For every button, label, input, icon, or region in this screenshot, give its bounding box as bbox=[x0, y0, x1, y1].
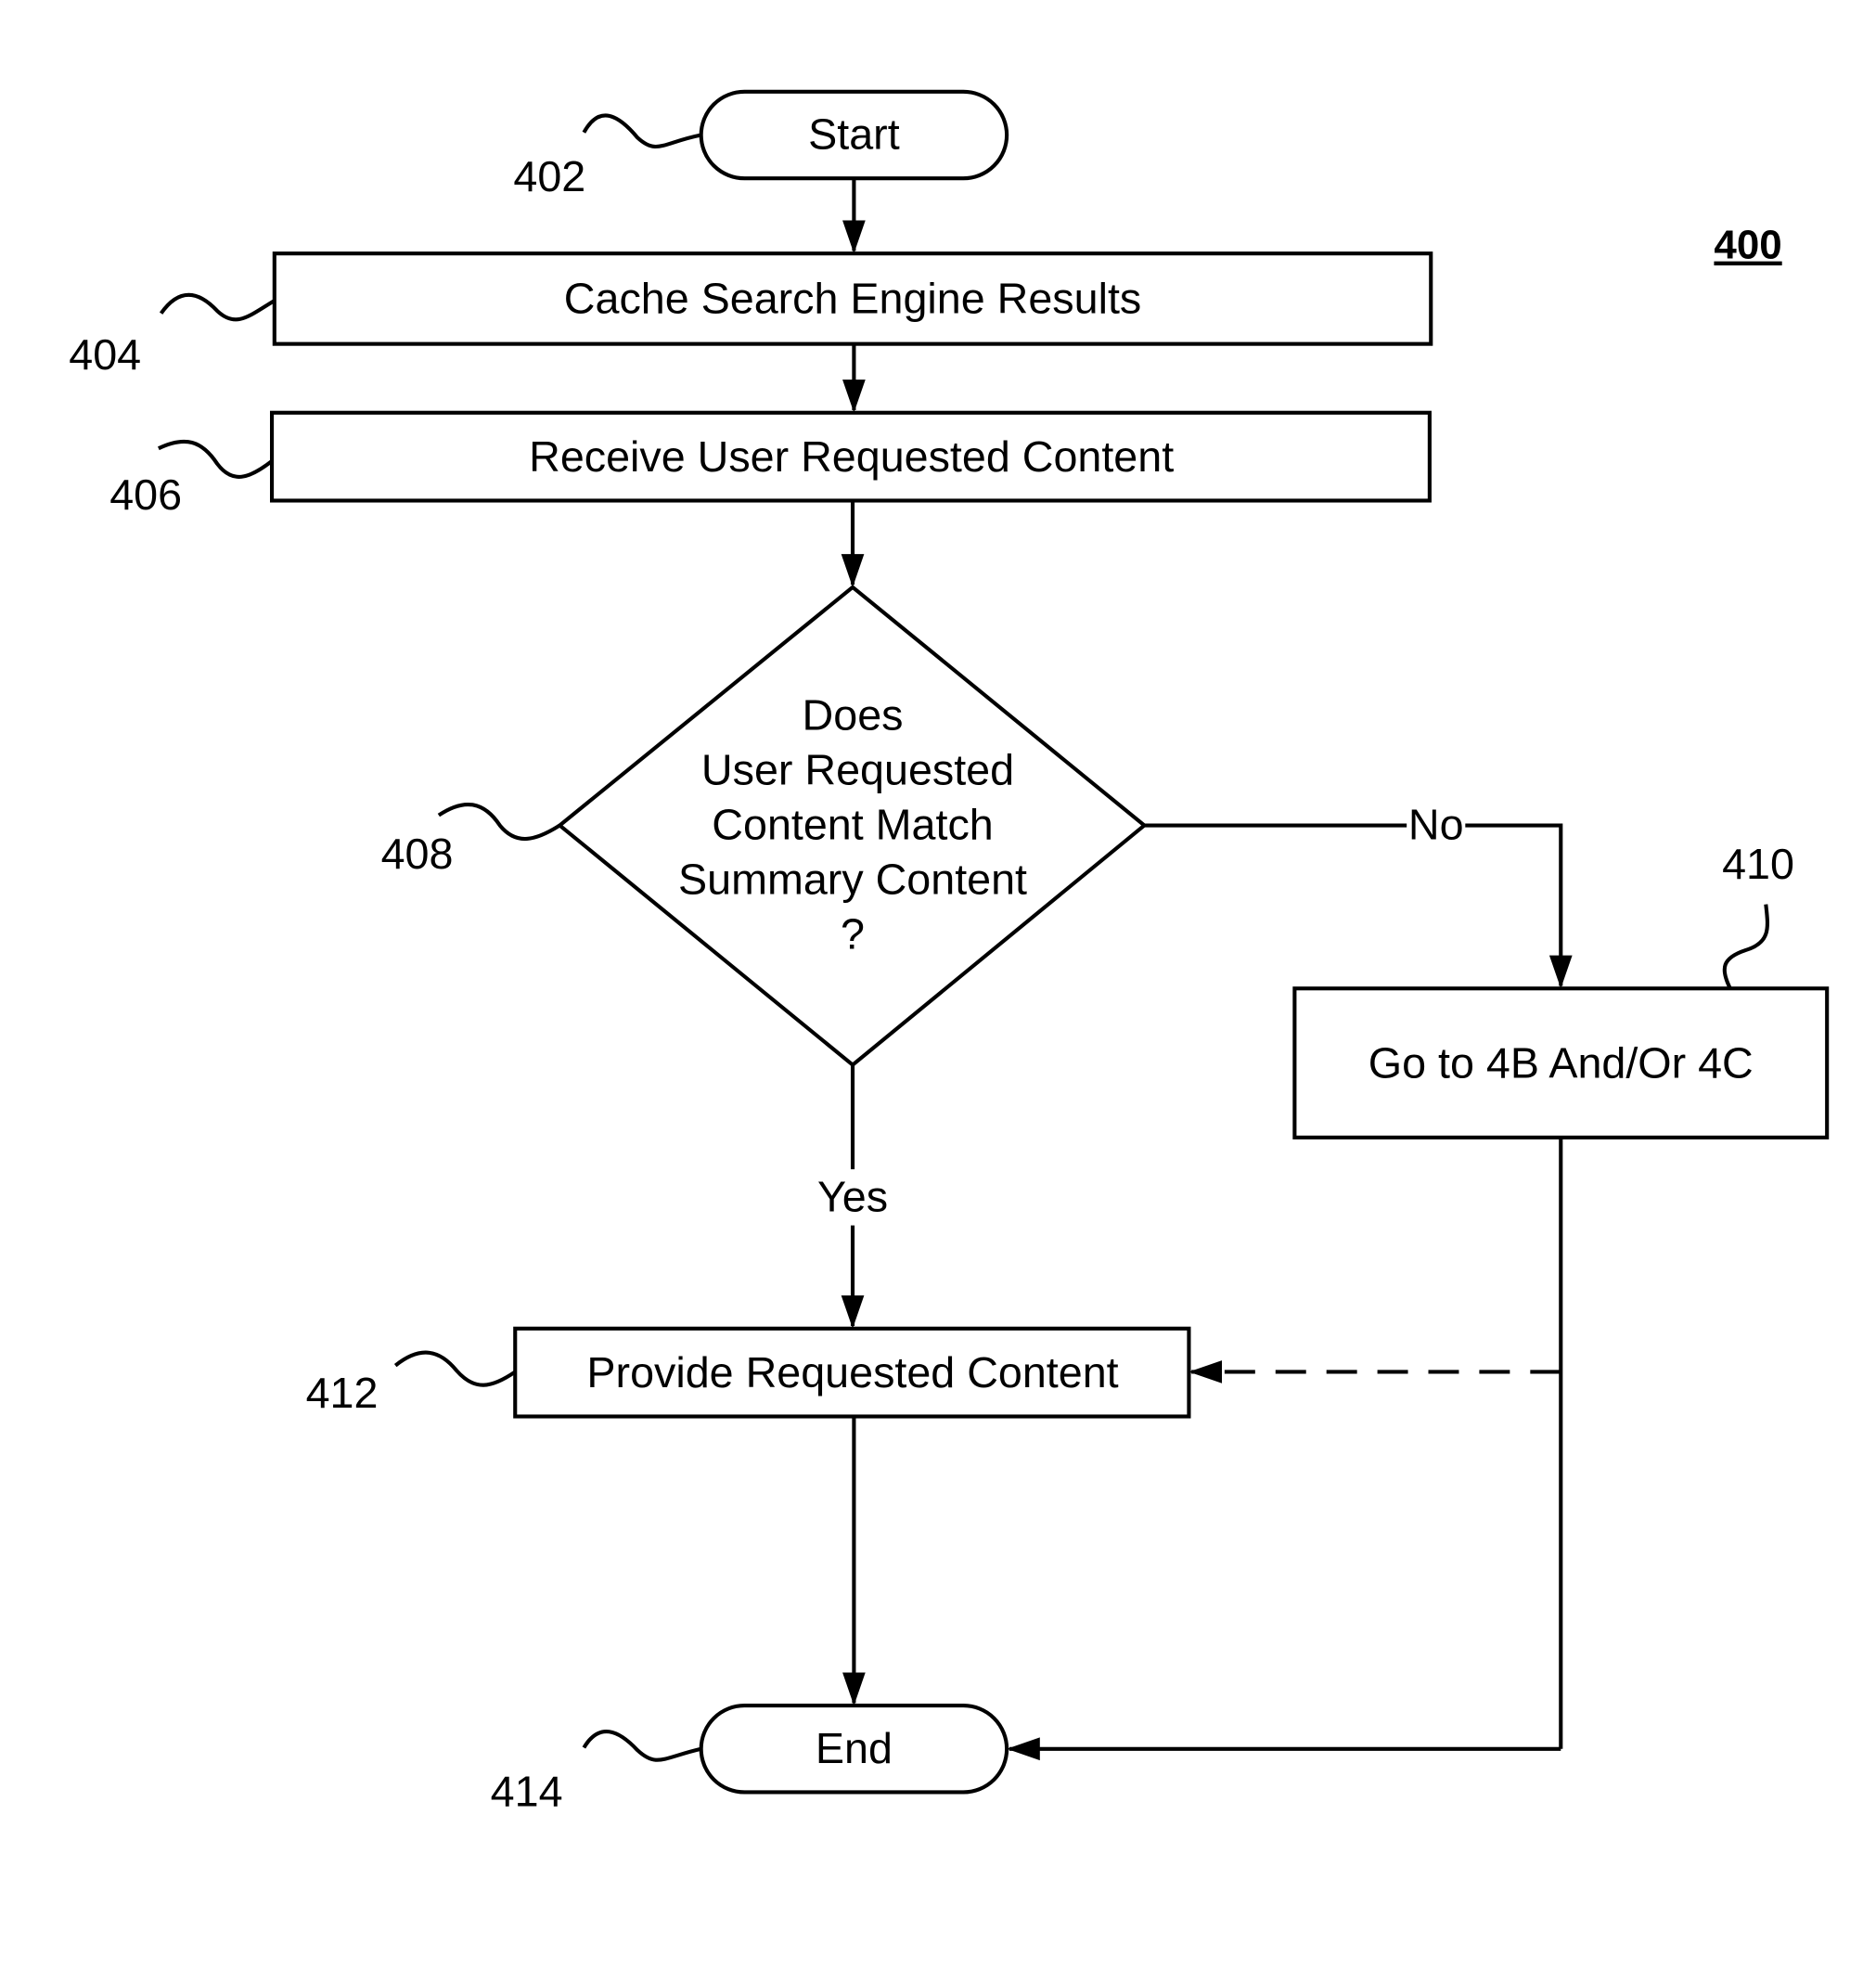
end-terminal: End bbox=[699, 1704, 1009, 1795]
process-goto-4b-4c: Go to 4B And/Or 4C bbox=[1292, 986, 1830, 1139]
ref-412: 412 bbox=[306, 1369, 379, 1417]
figure-number: 400 bbox=[1714, 223, 1781, 268]
ref-402: 402 bbox=[513, 152, 585, 200]
yes-label: Yes bbox=[817, 1172, 888, 1220]
ref-leader-404 bbox=[159, 292, 276, 322]
process-receive-content: Receive User Requested Content bbox=[269, 410, 1432, 503]
edge-no-segment-2 bbox=[1465, 823, 1573, 989]
decision-line-3: Content Match bbox=[712, 801, 993, 849]
ref-414: 414 bbox=[491, 1768, 563, 1816]
ref-404: 404 bbox=[69, 330, 141, 379]
decision-content-match: Does User Requested Content Match Summar… bbox=[557, 585, 1148, 1068]
flowchart-400: 400 Start 402 Cache Search Engine Result… bbox=[69, 89, 1830, 1816]
end-label: End bbox=[816, 1724, 893, 1772]
ref-406: 406 bbox=[109, 470, 182, 519]
process-provide-content: Provide Requested Content bbox=[513, 1326, 1191, 1419]
decision-line-5: ? bbox=[841, 910, 865, 959]
process-cache-results: Cache Search Engine Results bbox=[272, 251, 1433, 346]
ref-leader-402 bbox=[582, 113, 702, 149]
receive-label: Receive User Requested Content bbox=[529, 432, 1174, 481]
ref-408: 408 bbox=[381, 830, 454, 878]
ref-leader-410 bbox=[1722, 904, 1769, 990]
ref-leader-412 bbox=[393, 1350, 517, 1387]
goto-label: Go to 4B And/Or 4C bbox=[1368, 1038, 1754, 1087]
no-label: No bbox=[1408, 801, 1464, 849]
decision-line-4: Summary Content bbox=[678, 856, 1027, 904]
cache-label: Cache Search Engine Results bbox=[564, 275, 1141, 323]
start-terminal: Start bbox=[699, 89, 1009, 181]
decision-line-1: Does bbox=[803, 691, 904, 740]
ref-leader-414 bbox=[582, 1730, 702, 1762]
provide-label: Provide Requested Content bbox=[586, 1348, 1118, 1396]
ref-410: 410 bbox=[1722, 840, 1794, 888]
start-label: Start bbox=[808, 110, 900, 159]
decision-line-2: User Requested bbox=[701, 746, 1014, 794]
ref-leader-408 bbox=[437, 802, 561, 842]
